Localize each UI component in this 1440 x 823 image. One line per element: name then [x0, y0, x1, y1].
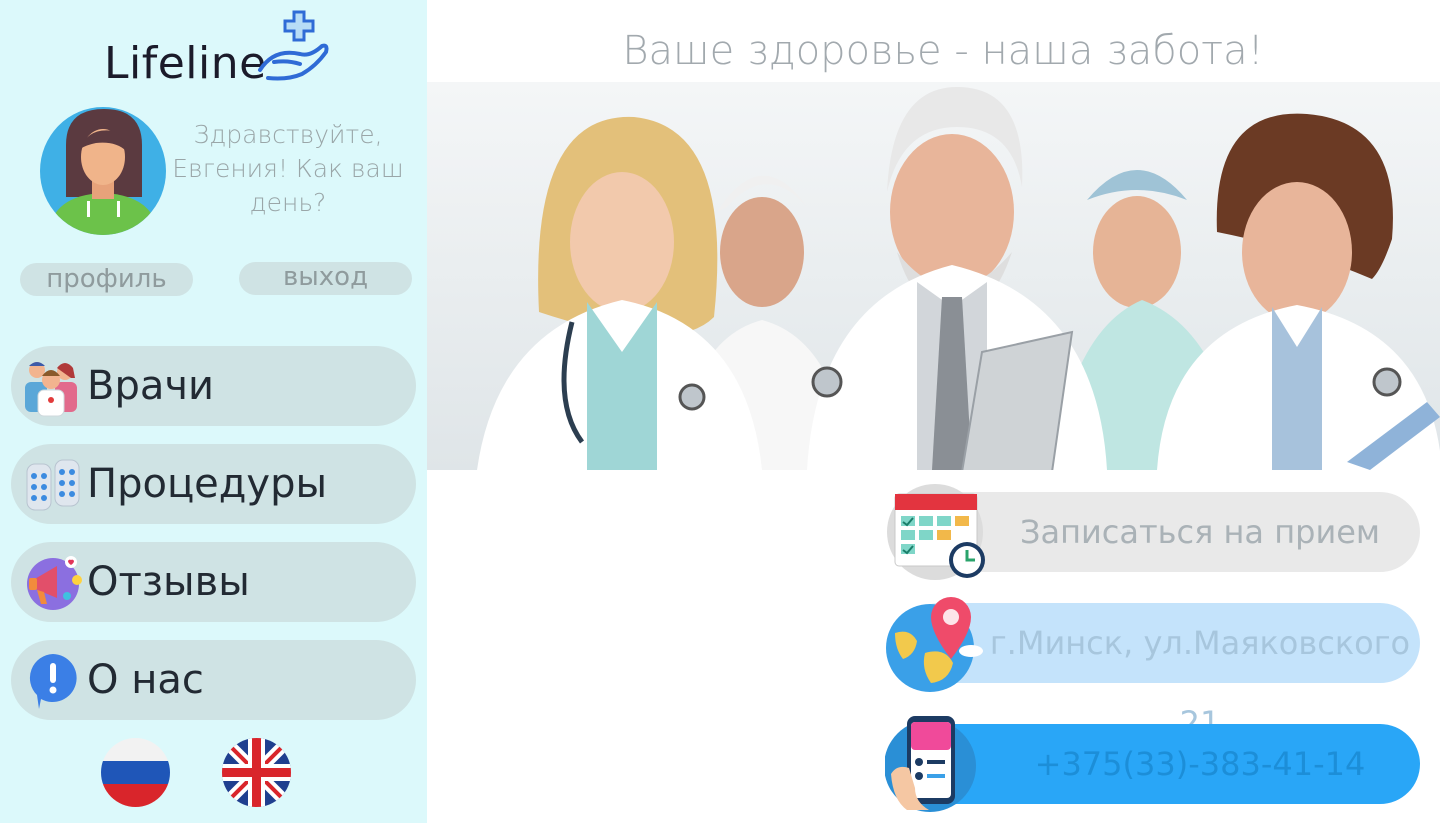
language-en-button[interactable] — [222, 738, 291, 807]
pills-icon — [26, 459, 80, 511]
book-appointment-button[interactable]: Записаться на прием — [887, 484, 1420, 580]
nav-item-about[interactable]: О нас — [11, 640, 416, 720]
page-headline: Ваше здоровье - наша забота! — [622, 28, 1264, 74]
nav-label-doctors: Врачи — [87, 363, 214, 409]
doctors-team-banner-image — [427, 82, 1440, 470]
language-ru-button[interactable] — [101, 738, 170, 807]
nav-item-doctors[interactable]: Врачи — [11, 346, 416, 426]
calendar-clock-icon — [887, 484, 985, 580]
logout-button[interactable]: выход — [239, 262, 412, 295]
uk-flag-icon — [222, 738, 291, 807]
info-icon — [29, 654, 77, 709]
nav-label-procedures: Процедуры — [87, 461, 328, 507]
logo[interactable]: Lifeline — [104, 10, 334, 90]
greeting-text: Здравствуйте, Евгения! Как ваш день? — [172, 120, 404, 217]
russia-flag-icon — [101, 738, 170, 807]
smartphone-icon — [885, 716, 976, 812]
address-button[interactable]: г.Минск, ул.Маяковского 21 — [886, 597, 1420, 742]
phone-label: +375(33)-383-41-14 — [1034, 745, 1366, 783]
nav-label-about: О нас — [87, 657, 204, 703]
hand-cross-logo-icon — [258, 10, 329, 81]
book-appointment-label: Записаться на прием — [1019, 513, 1381, 551]
profile-button[interactable]: профиль — [20, 263, 193, 296]
user-avatar[interactable] — [40, 105, 167, 235]
megaphone-icon — [27, 556, 82, 610]
sidebar: Lifeline Здравствуйте, Евгения! Как ваш … — [0, 0, 427, 823]
nav-label-reviews: Отзывы — [87, 559, 250, 605]
globe-location-icon — [886, 597, 983, 692]
nav-item-procedures[interactable]: Процедуры — [11, 444, 416, 524]
brand-name: Lifeline — [104, 38, 267, 89]
nav-item-reviews[interactable]: Отзывы — [11, 542, 416, 622]
doctors-icon — [25, 362, 77, 417]
phone-button[interactable]: +375(33)-383-41-14 — [885, 716, 1420, 812]
